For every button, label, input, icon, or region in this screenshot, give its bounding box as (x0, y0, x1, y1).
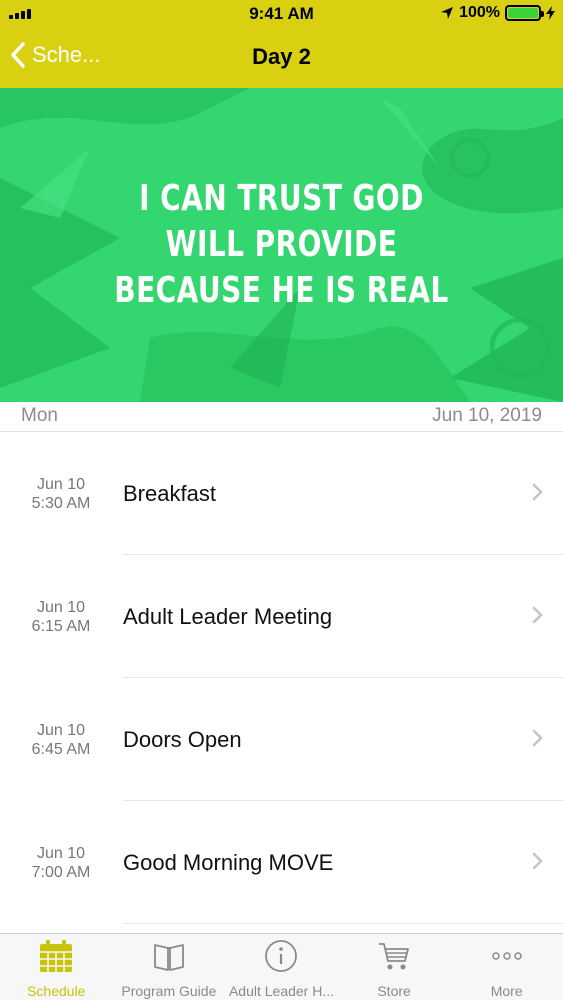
tab-label: Store (377, 983, 411, 999)
section-header: Mon Jun 10, 2019 (0, 402, 563, 432)
banner-headline: I CAN TRUST GOD WILL PROVIDE BECAUSE HE … (62, 176, 501, 314)
status-right: 100% (440, 4, 555, 22)
location-arrow-icon (441, 7, 454, 19)
banner-line-3: BECAUSE HE IS REAL (114, 270, 449, 311)
event-title: Breakfast (123, 481, 216, 506)
event-date: Jun 10 (36, 599, 86, 616)
tab-label: Adult Leader H... (228, 983, 335, 999)
event-time: 6:15 AM (31, 618, 91, 635)
chevron-right-icon (532, 606, 543, 624)
tab-label: Schedule (27, 983, 86, 999)
battery-icon (505, 5, 544, 21)
tab-adult-leader-handbook[interactable]: Adult Leader H... (225, 934, 338, 1000)
tab-label: More (490, 983, 523, 999)
tab-store[interactable]: Store (338, 934, 451, 1000)
info-icon (265, 940, 298, 972)
event-datetime: Jun 10 6:45 AM (0, 721, 122, 759)
section-date: Jun 10, 2019 (432, 405, 542, 426)
section-weekday: Mon (21, 405, 58, 426)
chevron-right-icon (532, 483, 543, 501)
tab-bar: Schedule Program Guide Adult Leader H...… (0, 933, 563, 1000)
event-row-breakfast[interactable]: Jun 10 5:30 AM Breakfast (0, 432, 563, 555)
tab-more[interactable]: More (450, 934, 563, 1000)
header: 9:41 AM 100% Sche... Day 2 (0, 0, 563, 88)
chevron-right-icon (532, 729, 543, 747)
row-divider (123, 923, 563, 924)
event-date: Jun 10 (36, 722, 86, 739)
event-row-good-morning-move[interactable]: Jun 10 7:00 AM Good Morning MOVE (0, 801, 563, 924)
event-date: Jun 10 (36, 476, 86, 493)
event-row-adult-leader-meeting[interactable]: Jun 10 6:15 AM Adult Leader Meeting (0, 555, 563, 678)
event-date: Jun 10 (36, 845, 86, 862)
event-datetime: Jun 10 5:30 AM (0, 475, 122, 513)
book-icon (153, 944, 184, 971)
event-datetime: Jun 10 6:15 AM (0, 598, 122, 636)
event-time: 7:00 AM (31, 864, 91, 881)
event-title: Good Morning MOVE (123, 850, 334, 875)
more-icon (491, 952, 522, 960)
event-list: Jun 10 5:30 AM Breakfast Jun 10 6:15 AM … (0, 432, 563, 924)
status-bar: 9:41 AM 100% (0, 0, 563, 30)
calendar-icon (40, 940, 73, 972)
banner-line-2: WILL PROVIDE (165, 224, 398, 265)
event-time: 6:45 AM (31, 741, 91, 758)
event-title: Adult Leader Meeting (123, 604, 333, 629)
cart-icon (379, 943, 409, 970)
chevron-right-icon (532, 852, 543, 870)
banner-line-1: I CAN TRUST GOD (139, 178, 424, 219)
event-title: Doors Open (123, 727, 242, 752)
tab-schedule[interactable]: Schedule (0, 934, 113, 1000)
battery-percent: 100% (459, 4, 500, 21)
tab-label: Program Guide (121, 983, 217, 999)
charging-bolt-icon (546, 6, 555, 20)
event-time: 5:30 AM (31, 495, 91, 512)
page-title: Day 2 (252, 44, 311, 69)
day-banner-image: I CAN TRUST GOD WILL PROVIDE BECAUSE HE … (0, 88, 563, 402)
navigation-bar: Sche... Day 2 (0, 30, 563, 88)
tab-program-guide[interactable]: Program Guide (113, 934, 226, 1000)
event-row-doors-open[interactable]: Jun 10 6:45 AM Doors Open (0, 678, 563, 801)
event-datetime: Jun 10 7:00 AM (0, 844, 122, 882)
